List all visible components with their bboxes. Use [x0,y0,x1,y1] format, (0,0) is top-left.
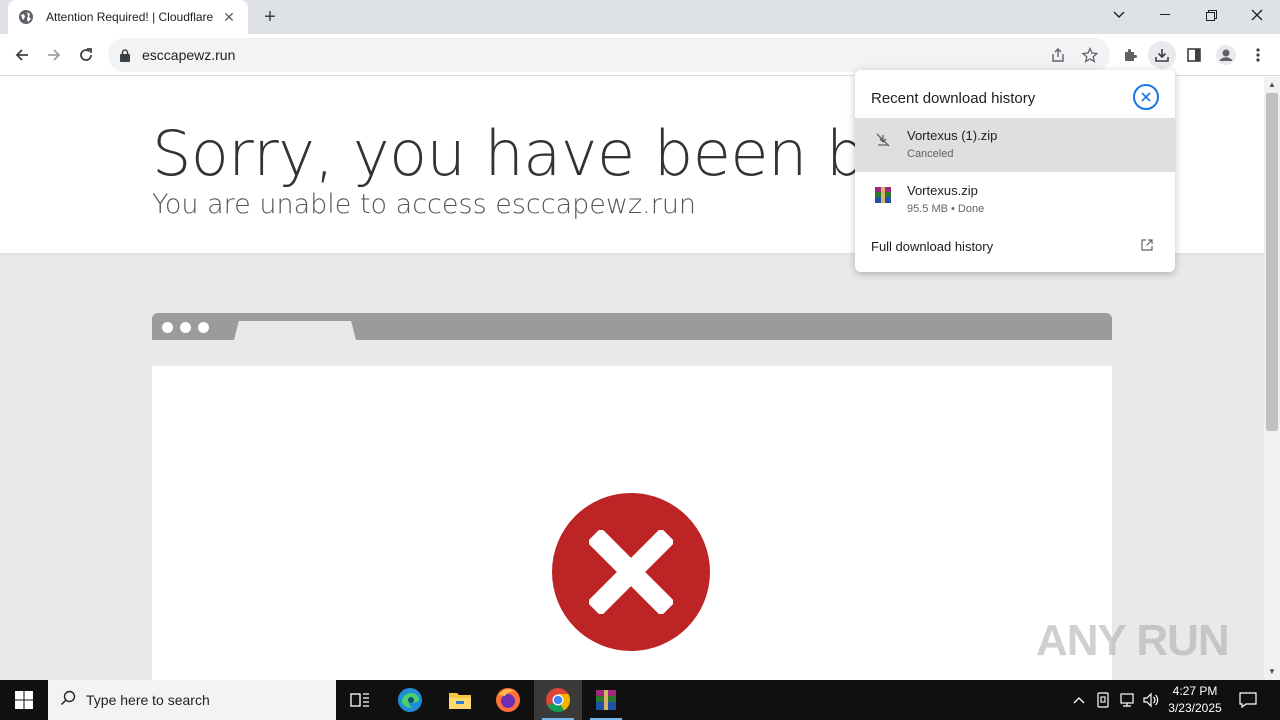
tab-cloudflare[interactable]: Attention Required! | Cloudflare ✕ [8,0,248,34]
tab-title: Attention Required! | Cloudflare [46,10,214,24]
illustration-dot [162,322,173,333]
illustration-dot [180,322,191,333]
tray-overflow-chevron-icon[interactable] [1068,680,1090,720]
download-filename: Vortexus (1).zip [907,128,998,143]
winrar-archive-icon [874,186,892,204]
side-panel-icon[interactable] [1180,41,1208,69]
illustration-tab [234,321,356,340]
illustration-dot [198,322,209,333]
taskbar-search-box[interactable]: Type here to search [48,680,336,720]
start-button[interactable] [0,680,48,720]
restore-button[interactable] [1188,0,1234,30]
device-icon[interactable] [1092,680,1114,720]
clock-date: 3/23/2025 [1168,701,1222,715]
vertical-scrollbar[interactable]: ▲ ▼ [1264,77,1280,680]
page-subtitle: You are unable to access esccapewz.run [152,189,697,220]
download-item[interactable]: Vortexus.zip 95.5 MB • Done [855,173,1175,227]
new-tab-button[interactable]: + [258,6,282,28]
scrollbar-thumb[interactable] [1266,93,1278,431]
back-button[interactable] [8,41,36,69]
share-icon[interactable] [1044,41,1072,69]
chrome-icon[interactable] [534,680,582,720]
close-window-button[interactable] [1234,0,1280,30]
task-view-icon[interactable] [336,680,384,720]
watermark-text: ANY RUN [1036,616,1230,665]
search-placeholder: Type here to search [86,692,210,708]
download-status: 95.5 MB • Done [907,203,985,215]
lock-icon[interactable] [120,48,134,62]
clock-time: 4:27 PM [1172,684,1218,698]
edge-browser-icon[interactable] [386,680,434,720]
search-icon [60,690,76,711]
bookmark-star-icon[interactable] [1076,41,1104,69]
windows-taskbar: Type here to search 4:27 PM 3/23/2025 [0,680,1280,720]
forward-button[interactable] [40,41,68,69]
error-x-icon [552,493,710,651]
volume-icon[interactable] [1140,680,1162,720]
tab-search-icon[interactable] [1096,0,1142,30]
reload-button[interactable] [72,41,100,69]
system-clock[interactable]: 4:27 PM 3/23/2025 [1160,683,1230,717]
firefox-icon[interactable] [484,680,532,720]
close-panel-button[interactable] [1133,84,1159,110]
download-history-panel: Recent download history Vortexus (1).zip… [855,70,1175,272]
url-text: esccapewz.run [142,47,236,63]
minimize-button[interactable] [1142,0,1188,30]
notification-center-icon[interactable] [1234,680,1262,720]
download-filename: Vortexus.zip [907,183,978,198]
browser-illustration-bar [152,313,1112,340]
open-external-icon[interactable] [1141,238,1155,252]
full-download-history-link[interactable]: Full download history [871,239,993,254]
network-icon[interactable] [1116,680,1138,720]
tab-close-icon[interactable]: ✕ [220,8,238,26]
globe-icon [18,9,34,25]
profile-avatar-icon[interactable] [1212,41,1240,69]
download-panel-title: Recent download history [871,90,1036,107]
download-off-icon [874,131,892,149]
tab-strip: Attention Required! | Cloudflare ✕ + [0,0,1280,34]
downloads-button[interactable] [1148,41,1176,69]
download-status: Canceled [907,148,954,160]
anyrun-watermark: ANY RUN [1036,606,1236,676]
winrar-icon[interactable] [582,680,630,720]
download-item[interactable]: Vortexus (1).zip Canceled [855,118,1175,172]
extensions-icon[interactable] [1116,41,1144,69]
scroll-down-arrow-icon[interactable]: ▼ [1264,664,1280,678]
browser-illustration-page [152,366,1112,680]
address-bar[interactable]: esccapewz.run [108,38,1110,72]
scroll-up-arrow-icon[interactable]: ▲ [1264,77,1280,91]
menu-kebab-icon[interactable] [1244,41,1272,69]
file-explorer-icon[interactable] [436,680,484,720]
windows-logo-icon [15,691,33,709]
